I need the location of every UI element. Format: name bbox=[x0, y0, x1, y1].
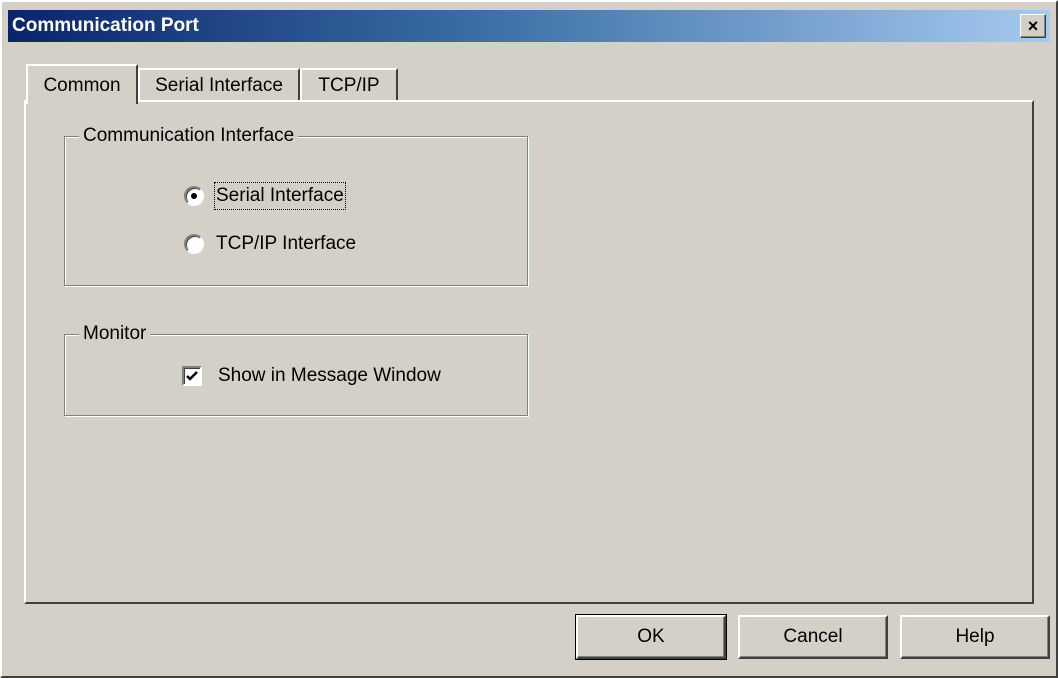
tcpip-interface-radio[interactable] bbox=[184, 234, 204, 254]
show-in-message-window-checkbox[interactable] bbox=[182, 366, 202, 386]
communication-interface-group: Communication Interface bbox=[64, 124, 528, 286]
title-bar[interactable]: Communication Port × bbox=[8, 10, 1050, 42]
monitor-legend: Monitor bbox=[79, 322, 151, 346]
ok-button[interactable]: OK bbox=[575, 614, 727, 660]
tab-serial-interface-label: Serial Interface bbox=[155, 75, 283, 96]
serial-interface-radio-label[interactable]: Serial Interface bbox=[214, 182, 346, 210]
close-icon: × bbox=[1027, 16, 1039, 36]
close-button[interactable]: × bbox=[1020, 14, 1046, 38]
cancel-button[interactable]: Cancel bbox=[738, 615, 888, 659]
window-title: Communication Port bbox=[12, 15, 199, 36]
checkmark-icon bbox=[186, 371, 198, 381]
tab-common[interactable]: Common bbox=[26, 64, 138, 104]
tab-tcpip[interactable]: TCP/IP bbox=[300, 68, 398, 102]
tab-serial-interface[interactable]: Serial Interface bbox=[138, 68, 300, 102]
serial-interface-radio[interactable] bbox=[184, 186, 204, 206]
tcpip-interface-radio-label[interactable]: TCP/IP Interface bbox=[216, 232, 356, 256]
tab-common-label: Common bbox=[43, 75, 121, 96]
show-in-message-window-label[interactable]: Show in Message Window bbox=[218, 364, 441, 388]
help-button[interactable]: Help bbox=[900, 615, 1050, 659]
tab-panel-common: Communication Interface Serial Interface… bbox=[24, 100, 1034, 604]
tab-tcpip-label: TCP/IP bbox=[318, 75, 380, 96]
communication-interface-legend: Communication Interface bbox=[79, 124, 299, 148]
radio-selected-dot bbox=[191, 193, 197, 199]
